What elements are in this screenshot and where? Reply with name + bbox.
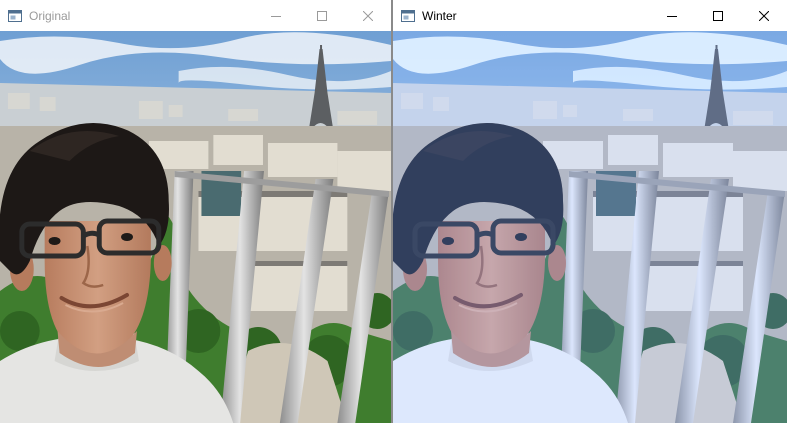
minimize-button[interactable] [649, 0, 695, 31]
original-image [0, 31, 391, 423]
maximize-button[interactable] [299, 0, 345, 31]
maximize-icon [713, 10, 723, 21]
original-window: Original [0, 0, 391, 423]
close-icon [759, 10, 769, 21]
minimize-icon [271, 15, 281, 17]
maximize-button[interactable] [695, 0, 741, 31]
window-title: Winter [422, 8, 457, 23]
winter-window: Winter [393, 0, 787, 423]
minimize-button[interactable] [253, 0, 299, 31]
original-titlebar[interactable]: Original [0, 0, 391, 31]
window-title: Original [29, 8, 71, 23]
close-button[interactable] [345, 0, 391, 31]
winter-titlebar[interactable]: Winter [393, 0, 787, 31]
close-button[interactable] [741, 0, 787, 31]
image-window-icon [401, 9, 415, 22]
image-window-icon [8, 9, 22, 22]
close-icon [363, 10, 373, 21]
winter-image [393, 31, 787, 423]
minimize-icon [667, 15, 677, 17]
maximize-icon [317, 10, 327, 21]
